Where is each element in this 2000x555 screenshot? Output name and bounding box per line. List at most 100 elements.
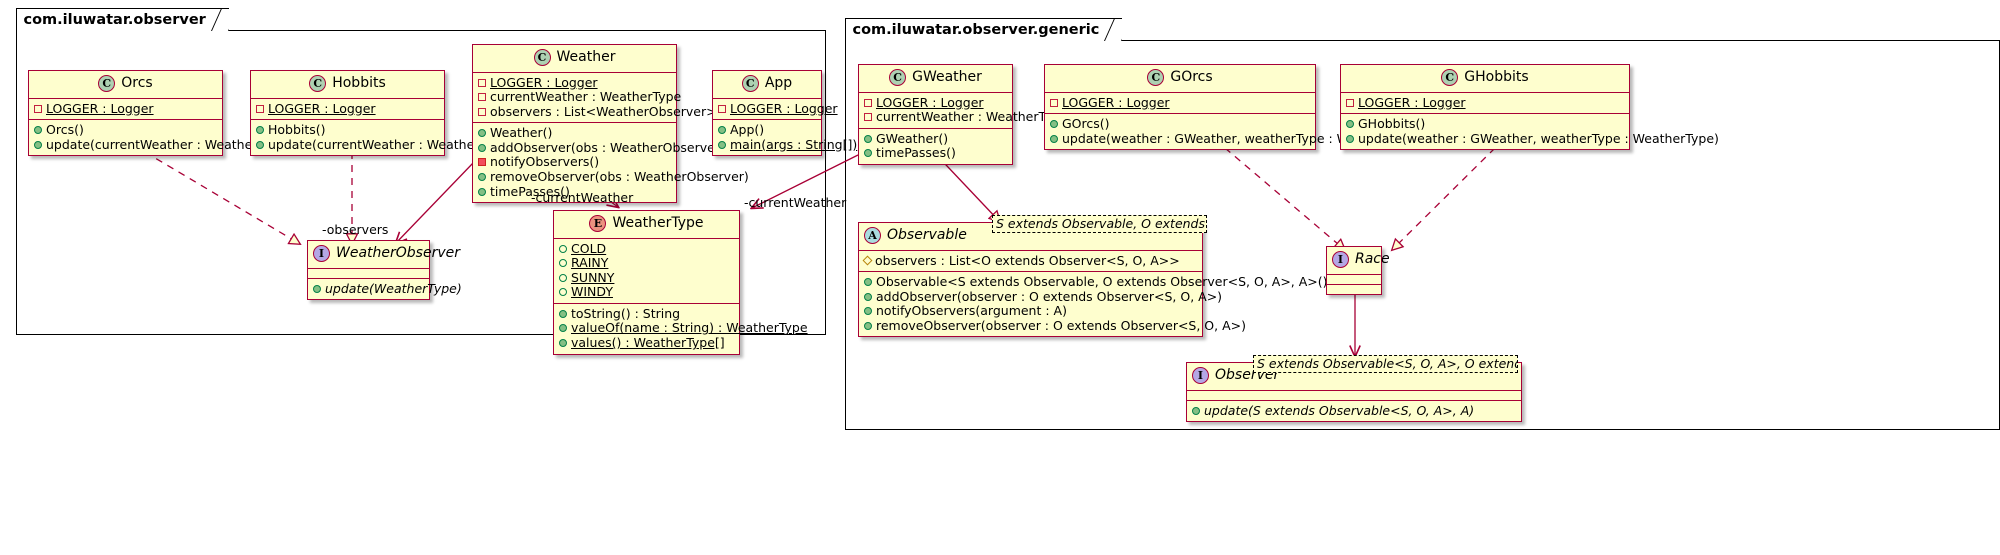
private-marker-icon (864, 113, 872, 122)
public-marker-icon (1346, 134, 1354, 143)
method-row: Orcs() (34, 122, 218, 138)
class-box-weather-type[interactable]: E WeatherType COLD RAINY SUNNY WINDY toSt… (553, 210, 808, 355)
public-marker-icon (718, 126, 726, 135)
fields-compartment-weather-observer (308, 269, 429, 278)
class-name: Observable (887, 227, 967, 243)
class-stereotype-icon: C (98, 75, 116, 92)
fields-compartment-race (1327, 275, 1381, 284)
class-name: WeatherObserver (336, 245, 460, 261)
methods-compartment-race (1327, 285, 1381, 294)
public-marker-icon (1050, 134, 1058, 143)
method-row: timePasses() (864, 145, 1008, 161)
field-text: LOGGER : Logger (1062, 94, 1170, 110)
field-text: LOGGER : Logger (1358, 94, 1466, 110)
public-marker-icon (864, 278, 872, 287)
method-row: App() (718, 122, 817, 138)
method-row: update(S extends Observable<S, O, A>, A) (1192, 403, 1517, 419)
field-text: LOGGER : Logger (730, 100, 838, 116)
class-box-race[interactable]: I Race (1326, 246, 1390, 295)
public-marker-icon (478, 129, 486, 138)
enum-marker-icon (559, 273, 567, 282)
method-row: notifyObservers(argument : A) (864, 303, 1198, 319)
enum-constant-text: WINDY (571, 284, 613, 300)
public-marker-icon (256, 126, 264, 135)
method-row: Weather() (478, 125, 672, 141)
class-title-weather-type: E WeatherType (554, 211, 739, 238)
class-box-weather[interactable]: C Weather LOGGER : Logger currentWeather … (472, 44, 749, 204)
method-row: addObserver(observer : O extends Observe… (864, 289, 1222, 305)
field-row: LOGGER : Logger (864, 95, 1008, 111)
method-row: update(currentWeather : WeatherType) (34, 137, 291, 153)
method-text: update(WeatherType) (325, 280, 462, 296)
class-title-weather: C Weather (473, 45, 676, 72)
class-box-app[interactable]: C App LOGGER : Logger App() main(args : S… (712, 70, 857, 157)
field-text: observers : List<WeatherObserver> (490, 103, 717, 119)
method-row: main(args : String[]) (718, 137, 857, 153)
class-name: GWeather (912, 69, 982, 85)
class-box-weather-observer[interactable]: I WeatherObserver update(WeatherType) (307, 240, 462, 301)
method-text: App() (730, 122, 765, 138)
fields-compartment-gweather: LOGGER : Logger currentWeather : Weather… (859, 93, 1067, 128)
enum-marker-icon (559, 259, 567, 268)
methods-compartment-weather-observer: update(WeatherType) (308, 279, 462, 300)
protected-marker-icon (862, 255, 873, 265)
methods-compartment-observer: update(S extends Observable<S, O, A>, A) (1187, 401, 1521, 422)
class-box-gorcs[interactable]: C GOrcs LOGGER : Logger GOrcs() update(we… (1044, 64, 1423, 151)
field-text: LOGGER : Logger (46, 100, 154, 116)
class-box-gweather[interactable]: C GWeather LOGGER : Logger currentWeather… (858, 64, 1067, 165)
field-row: LOGGER : Logger (478, 75, 672, 91)
class-title-app: C App (713, 71, 821, 98)
fields-compartment-orcs: LOGGER : Logger (29, 99, 222, 120)
field-row: LOGGER : Logger (718, 101, 838, 117)
fields-compartment-gorcs: LOGGER : Logger (1045, 93, 1315, 114)
method-text: main(args : String[]) (730, 136, 858, 152)
class-title-orcs: C Orcs (29, 71, 222, 98)
enum-constant-text: SUNNY (571, 269, 615, 285)
class-title-hobbits: C Hobbits (251, 71, 444, 98)
enum-marker-icon (559, 288, 567, 297)
private-marker-icon (478, 107, 486, 116)
method-text: valueOf(name : String) : WeatherType (571, 320, 808, 336)
methods-compartment-hobbits: Hobbits() update(currentWeather : Weathe… (251, 120, 513, 155)
class-name: WeatherType (612, 215, 704, 231)
edge-label-current-weather-left: -currentWeather (531, 190, 634, 205)
method-row: update(weather : GWeather, weatherType :… (1050, 131, 1423, 147)
class-stereotype-icon: C (1441, 69, 1459, 86)
method-row: notifyObservers() (478, 155, 672, 170)
method-text: timePasses() (876, 145, 956, 161)
methods-compartment-orcs: Orcs() update(currentWeather : WeatherTy… (29, 120, 291, 155)
field-text: observers : List<O extends Observer<S, O… (875, 252, 1180, 268)
field-row: observers : List<O extends Observer<S, O… (862, 252, 1198, 269)
enum-constant-row: COLD (559, 241, 735, 257)
method-text: values() : WeatherType[] (571, 335, 725, 351)
public-marker-icon (864, 321, 872, 330)
method-row: removeObserver(obs : WeatherObserver) (478, 169, 749, 185)
class-stereotype-icon: C (309, 75, 327, 92)
class-box-orcs[interactable]: C Orcs LOGGER : Logger Orcs() update(curr… (28, 70, 291, 157)
interface-stereotype-icon: I (1332, 251, 1349, 268)
class-box-ghobbits[interactable]: C GHobbits LOGGER : Logger GHobbits() upd… (1340, 64, 1719, 151)
private-marker-icon (1050, 98, 1058, 107)
field-row: LOGGER : Logger (1050, 94, 1311, 111)
enum-marker-icon (559, 244, 567, 253)
class-stereotype-icon: C (1147, 69, 1165, 86)
public-marker-icon (559, 339, 567, 348)
method-row: removeObserver(observer : O extends Obse… (864, 318, 1246, 334)
method-text: notifyObservers() (490, 154, 600, 170)
method-row: valueOf(name : String) : WeatherType (559, 321, 808, 336)
method-row: update(weather : GWeather, weatherType :… (1346, 131, 1719, 147)
method-row: Hobbits() (256, 122, 440, 138)
class-box-hobbits[interactable]: C Hobbits LOGGER : Logger Hobbits() updat… (250, 70, 513, 157)
public-marker-icon (559, 309, 567, 318)
class-box-observable[interactable]: A Observable observers : List<O extends O… (858, 222, 1328, 338)
method-text: GOrcs() (1062, 116, 1110, 132)
edge-label-current-weather-right: -currentWeather (744, 195, 847, 210)
public-marker-icon (313, 284, 321, 293)
field-text: currentWeather : WeatherType (490, 89, 682, 105)
private-marker-icon (478, 78, 486, 87)
fields-compartment-observer (1187, 391, 1521, 400)
class-name: Race (1355, 251, 1390, 267)
method-row: values() : WeatherType[] (559, 335, 735, 351)
public-marker-icon (864, 134, 872, 143)
class-name: GOrcs (1170, 69, 1213, 85)
